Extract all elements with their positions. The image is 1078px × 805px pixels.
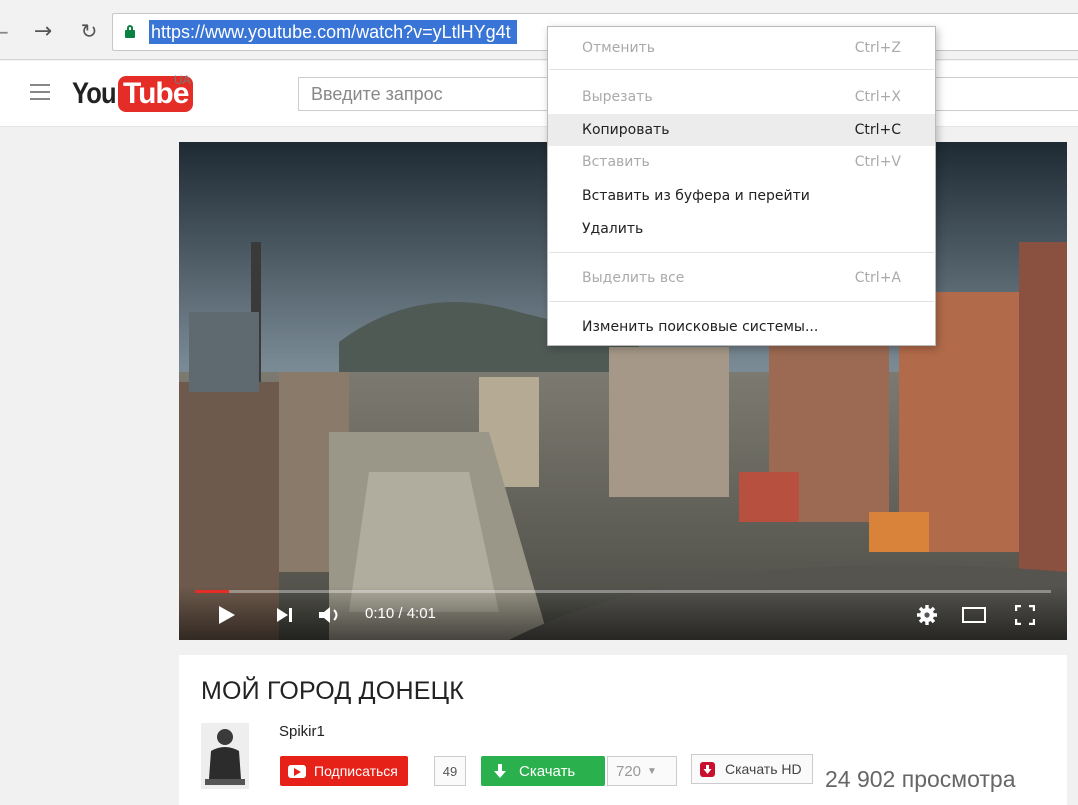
menu-item-label: Вставить [582, 154, 650, 170]
subscribe-button[interactable]: Подписаться [280, 756, 408, 786]
settings-gear-icon[interactable] [915, 602, 939, 628]
menu-item-cut[interactable]: Вырезать Ctrl+X [548, 81, 935, 113]
region-label: UA [174, 73, 191, 87]
next-icon[interactable] [275, 602, 295, 628]
theater-mode-icon[interactable] [961, 602, 987, 628]
channel-name[interactable]: Spikir1 [279, 723, 325, 740]
video-title: МОЙ ГОРОД ДОНЕЦК [201, 677, 465, 705]
menu-item-shortcut: Ctrl+X [854, 89, 901, 105]
time-display: 0:10 / 4:01 [365, 605, 436, 622]
video-info-card: МОЙ ГОРОД ДОНЕЦК Spikir1 Подписаться 49 … [179, 655, 1067, 805]
view-count: 24 902 просмотра [825, 766, 1016, 792]
fullscreen-icon[interactable] [1013, 602, 1037, 628]
menu-item-paste-and-go[interactable]: Вставить из буфера и перейти [548, 180, 935, 212]
menu-item-label: Вставить из буфера и перейти [582, 188, 810, 204]
volume-icon[interactable] [317, 602, 345, 628]
lock-icon [125, 25, 135, 38]
reload-icon[interactable]: ↻ [76, 18, 102, 44]
menu-item-paste[interactable]: Вставить Ctrl+V [548, 146, 935, 178]
menu-item-copy[interactable]: Копировать Ctrl+C [548, 114, 935, 146]
download-label: Скачать [519, 762, 576, 780]
menu-item-label: Вырезать [582, 89, 653, 105]
progress-bar[interactable] [195, 590, 1051, 593]
youtube-logo[interactable]: You Tube UA [72, 73, 194, 113]
menu-item-shortcut: Ctrl+Z [854, 40, 901, 56]
chevron-down-icon: ▼ [647, 765, 657, 777]
menu-item-edit-search-engines[interactable]: Изменить поисковые системы... [548, 311, 935, 343]
download-hd-icon [700, 761, 715, 777]
quality-value: 720 [616, 762, 642, 780]
channel-avatar[interactable] [201, 723, 249, 789]
menu-item-label: Изменить поисковые системы... [582, 319, 819, 335]
menu-item-label: Выделить все [582, 270, 685, 286]
menu-item-label: Отменить [582, 40, 656, 56]
subscriber-count: 49 [434, 756, 466, 786]
progress-fill [195, 590, 230, 593]
player-controls: 0:10 / 4:01 [179, 586, 1067, 640]
menu-item-shortcut: Ctrl+V [854, 154, 901, 170]
url-text-selected[interactable]: https://www.youtube.com/watch?v=yLtlHYg4… [149, 20, 517, 44]
download-hd-label: Скачать HD [725, 761, 802, 777]
menu-separator [549, 69, 934, 70]
menu-icon[interactable] [30, 84, 50, 100]
menu-item-delete[interactable]: Удалить [548, 213, 935, 245]
forward-arrow-icon[interactable]: → [30, 18, 56, 44]
menu-item-shortcut: Ctrl+C [854, 122, 901, 138]
context-menu: Отменить Ctrl+Z Вырезать Ctrl+X Копирова… [547, 26, 936, 346]
menu-item-select-all[interactable]: Выделить все Ctrl+A [548, 262, 935, 294]
quality-select[interactable]: 720 ▼ [607, 756, 677, 786]
subscribe-label: Подписаться [314, 763, 398, 779]
download-hd-button[interactable]: Скачать HD [691, 754, 813, 784]
menu-separator [549, 301, 934, 302]
logo-you-text: You [72, 77, 117, 110]
play-icon[interactable] [217, 602, 237, 628]
menu-item-shortcut: Ctrl+A [854, 270, 901, 286]
youtube-play-icon [288, 764, 306, 778]
menu-item-label: Копировать [582, 122, 670, 138]
download-button[interactable]: Скачать [481, 756, 605, 786]
menu-separator [549, 252, 934, 253]
menu-item-undo[interactable]: Отменить Ctrl+Z [548, 32, 935, 64]
back-arrow-icon[interactable]: ← [0, 20, 9, 44]
download-arrow-icon [494, 764, 506, 778]
menu-item-label: Удалить [582, 221, 644, 237]
